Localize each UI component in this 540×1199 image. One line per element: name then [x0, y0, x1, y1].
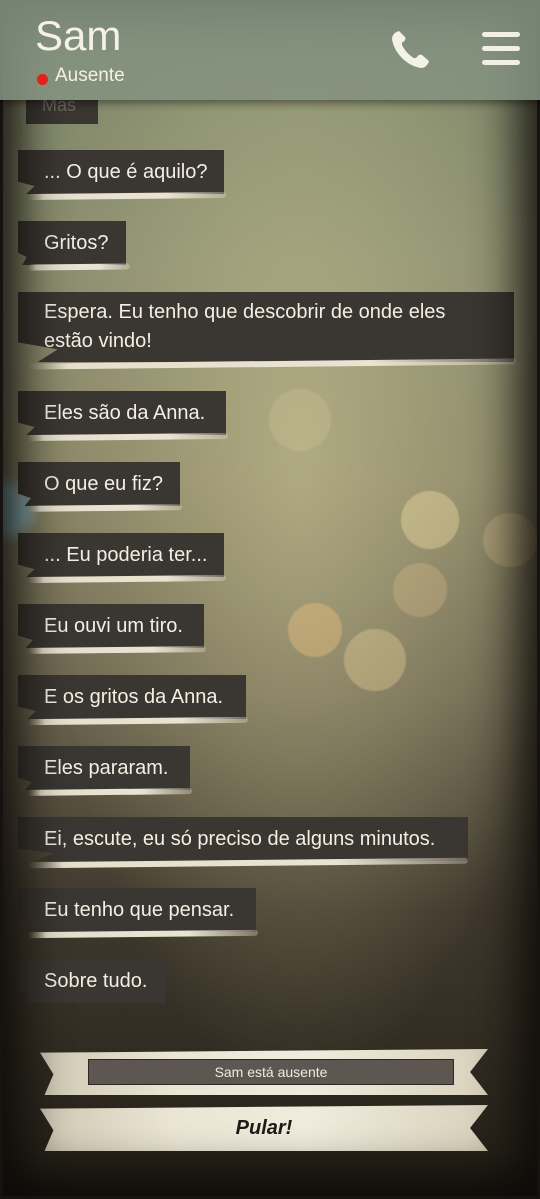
- message-bubble: O que eu fiz?: [18, 462, 180, 506]
- hamburger-menu-icon[interactable]: [478, 30, 524, 70]
- phone-icon[interactable]: [386, 26, 434, 74]
- message-bubble-partial: Mas: [26, 100, 98, 124]
- away-status-bar: Sam está ausente: [88, 1059, 454, 1085]
- bubble-underline: [27, 263, 131, 271]
- message-bubble: Ei, escute, eu só preciso de alguns minu…: [18, 817, 468, 861]
- message-bubble: E os gritos da Anna.: [18, 675, 246, 719]
- message-bubble: ... Eu poderia ter...: [18, 533, 224, 577]
- message-bubble: Eles são da Anna.: [18, 391, 226, 435]
- status-dot-icon: [37, 74, 48, 85]
- message-bubble: ... O que é aquilo?: [18, 150, 224, 194]
- skip-button[interactable]: Pular!: [40, 1105, 488, 1151]
- message-bubble: Eles pararam.: [18, 746, 190, 790]
- message-bubble: Gritos?: [18, 221, 126, 265]
- message-bubble: Sobre tudo.: [18, 959, 166, 1003]
- contact-name: Sam: [35, 12, 122, 59]
- message-bubble: Eu ouvi um tiro.: [18, 604, 204, 648]
- message-bubble: Espera. Eu tenho que descobrir de onde e…: [18, 292, 514, 362]
- status-label: Ausente: [55, 65, 125, 86]
- chat-header: Sam Ausente: [0, 0, 540, 100]
- message-bubble: Eu tenho que pensar.: [18, 888, 256, 932]
